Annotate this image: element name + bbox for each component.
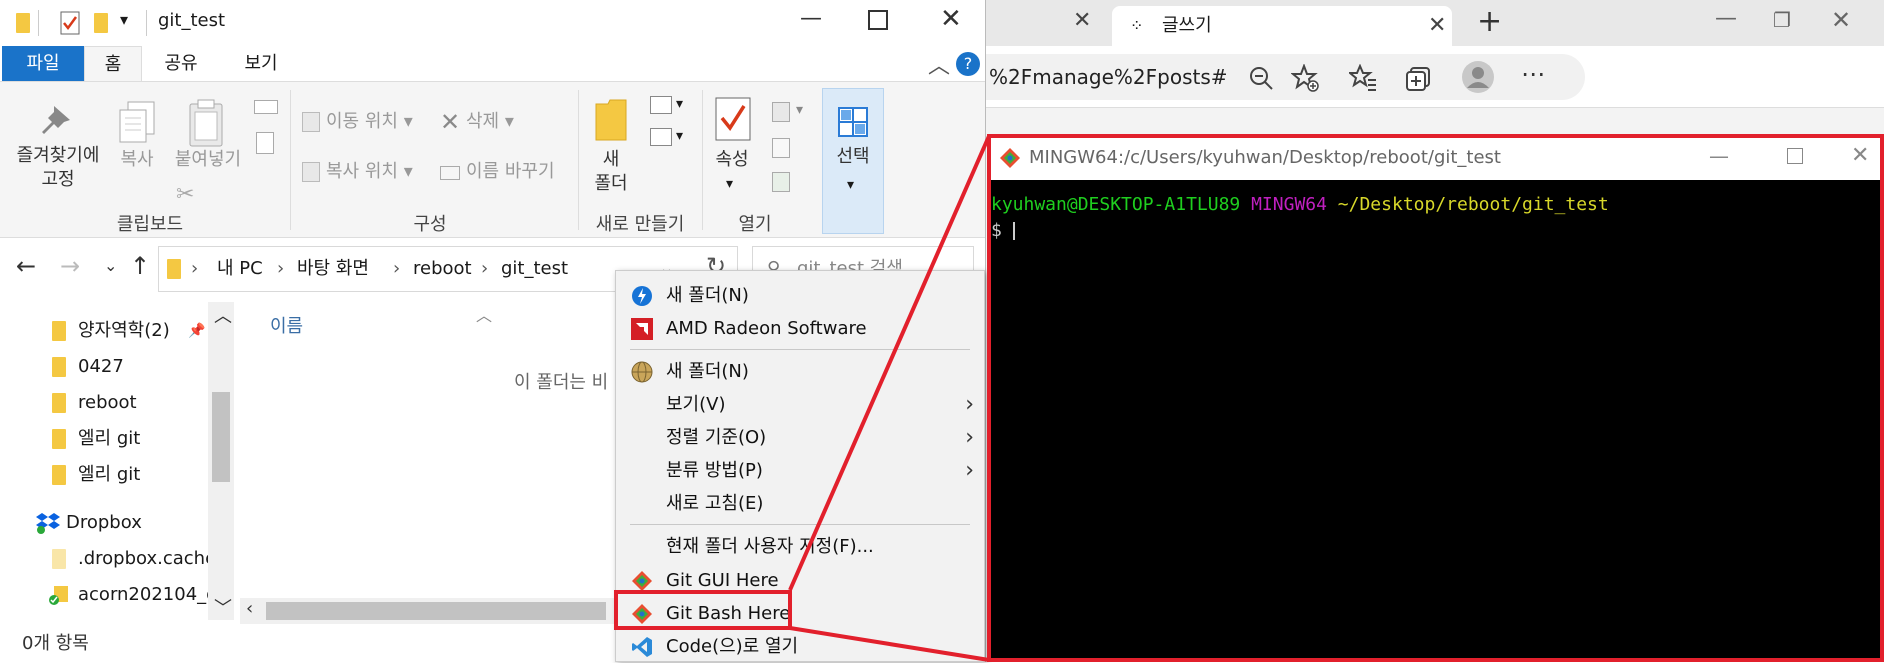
annotation-callout-lines: [788, 135, 991, 662]
